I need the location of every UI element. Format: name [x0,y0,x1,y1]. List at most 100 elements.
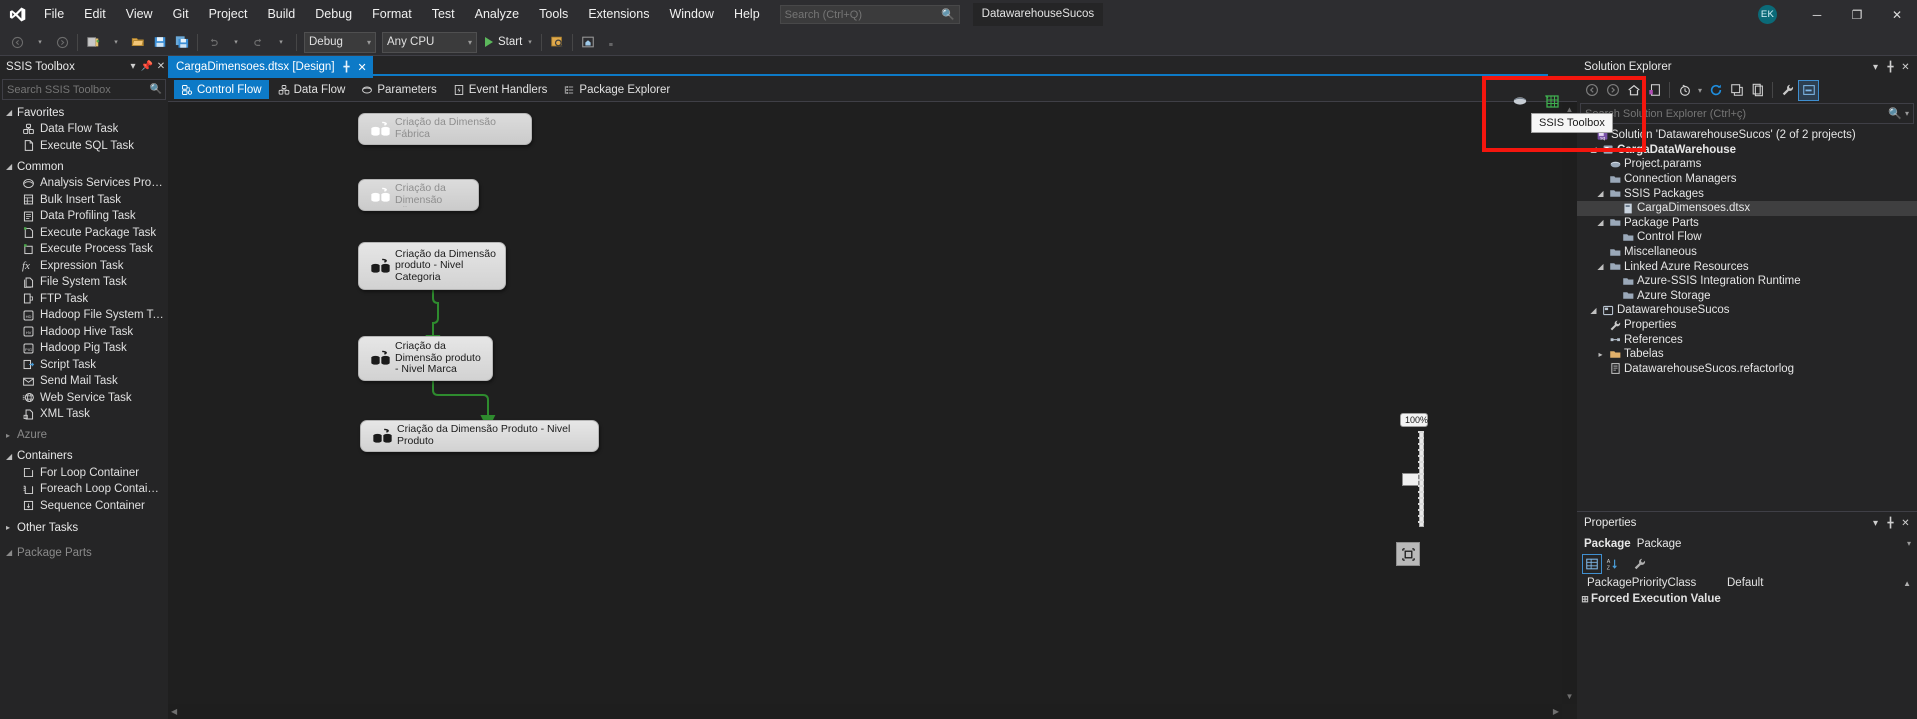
toolbox-item-file-system[interactable]: File System Task [0,274,168,291]
home-icon[interactable] [1623,80,1644,101]
task-criacao-dimensao-produto-nivel-produto[interactable]: Criação da Dimensão Produto - Nivel Prod… [360,420,599,452]
zoom-slider-thumb[interactable] [1402,473,1419,486]
task-criacao-dimensao-cliente[interactable]: Criação da Dimensão Cliente [358,179,479,211]
tree-item-references[interactable]: References [1577,332,1917,347]
chevron-down-icon[interactable]: ▾ [1868,518,1883,529]
toolbox-item-data-profiling[interactable]: Data Profiling Task [0,208,168,225]
close-icon[interactable]: ✕ [154,61,168,72]
expander-collapsed-icon[interactable]: ⊞ [1579,594,1591,605]
tab-data-flow[interactable]: Data Flow [271,80,353,99]
tree-item-project-params[interactable]: Project.params [1577,157,1917,172]
toolbar-overflow-icon[interactable]: ≡ [600,34,622,56]
search-options-chevron-icon[interactable]: ▾ [1905,109,1909,118]
property-value[interactable]: Default [1727,577,1763,589]
toolbox-item-sequence-container[interactable]: Sequence Container [0,498,168,515]
save-icon[interactable] [149,31,171,53]
pin-icon[interactable]: ╋ [1883,518,1898,529]
tree-item-package-parts[interactable]: ◢ Package Parts [1577,216,1917,231]
toolbox-item-hadoop-pig[interactable]: PIG Hadoop Pig Task [0,340,168,357]
toolbox-search-input[interactable] [7,83,161,96]
undo-dropdown-icon[interactable]: ▾ [225,31,247,53]
expander-icon[interactable]: ◢ [1594,189,1607,198]
back-icon[interactable] [1581,80,1602,101]
toolbox-item-send-mail[interactable]: Send Mail Task [0,373,168,390]
tree-item-tabelas[interactable]: ▸ Tabelas [1577,347,1917,362]
solution-explorer-tree[interactable]: sq Solution 'DatawarehouseSucos' (2 of 2… [1577,126,1917,511]
toolbox-item-bulk-insert[interactable]: Bulk Insert Task [0,192,168,209]
pin-icon[interactable]: ╋ [344,62,350,73]
navigate-forward-icon[interactable] [51,31,73,53]
attach-to-process-icon[interactable] [546,31,568,53]
close-icon[interactable]: ✕ [1898,518,1913,529]
tree-item-cargadatawarehouse[interactable]: ◢ CargaDataWarehouse [1577,143,1917,158]
expander-icon[interactable]: ◢ [1594,218,1607,227]
properties-object-selector[interactable]: Package Package ▾ [1577,534,1917,553]
toolbox-item-data-flow-task[interactable]: Data Flow Task [0,121,168,138]
navigate-back-icon[interactable] [6,31,28,53]
toolbox-list[interactable]: ◢ Favorites Data Flow Task Execute SQL T… [0,100,168,719]
menu-view[interactable]: View [116,0,163,29]
save-all-icon[interactable] [171,31,193,53]
tree-item-miscellaneous[interactable]: Miscellaneous [1577,245,1917,260]
menu-window[interactable]: Window [659,0,723,29]
tab-parameters[interactable]: Parameters [354,80,443,99]
zoom-slider-widget[interactable]: 100% [1396,413,1436,533]
tree-item-azure-ssis-integration-runtime[interactable]: Azure-SSIS Integration Runtime [1577,274,1917,289]
tree-item-properties[interactable]: Properties [1577,318,1917,333]
property-row-packagepriorityclass[interactable]: PackagePriorityClass Default ▲ [1577,575,1917,591]
menu-edit[interactable]: Edit [74,0,116,29]
toolbox-item-hadoop-hive[interactable]: HV Hadoop Hive Task [0,324,168,341]
parameters-icon[interactable] [1512,93,1528,114]
open-file-icon[interactable] [127,31,149,53]
scroll-left-icon[interactable]: ◀ [171,707,177,716]
tree-item-linked-azure-resources[interactable]: ◢ Linked Azure Resources [1577,259,1917,274]
restore-button[interactable]: ❐ [1837,0,1877,29]
toolbox-item-for-loop-container[interactable]: For Loop Container [0,465,168,482]
forward-icon[interactable] [1602,80,1623,101]
tree-item-refactorlog[interactable]: DatawarehouseSucos.refactorlog [1577,362,1917,377]
wrench-icon[interactable] [1777,80,1798,101]
toolbox-group-azure[interactable]: ▸ Azure [0,427,168,444]
expander-collapsed-icon[interactable]: ▸ [1594,350,1607,359]
menu-test[interactable]: Test [422,0,465,29]
control-flow-canvas[interactable]: Criação da Dimensão Fábrica Criação da D… [168,102,1577,719]
tree-item-cargadimensoes-dtsx[interactable]: CargaDimensoes.dtsx [1577,200,1917,216]
canvas-horizontal-scrollbar[interactable]: ◀ ▶ [168,704,1562,719]
collapse-all-icon[interactable] [1726,80,1747,101]
toolbox-group-other-tasks[interactable]: ▸ Other Tasks [0,519,168,536]
properties-grid[interactable]: PackagePriorityClass Default ▲ ⊞ Forced … [1577,575,1917,719]
toolbox-item-script[interactable]: Script Task [0,357,168,374]
quick-search-box[interactable]: 🔍 [779,5,960,24]
toolbox-group-containers[interactable]: ◢ Containers [0,448,168,465]
task-criacao-dimensao-fabrica[interactable]: Criação da Dimensão Fábrica [358,113,532,145]
avatar[interactable]: EK [1758,5,1777,24]
new-project-icon[interactable] [82,31,104,53]
tab-control-flow[interactable]: Control Flow [174,80,269,99]
solution-configuration-combo[interactable]: Debug ▾ [304,31,376,53]
toolbox-item-ftp[interactable]: FTP Task [0,291,168,308]
navigate-back-dropdown-icon[interactable]: ▾ [29,31,51,53]
tree-item-connection-managers[interactable]: Connection Managers [1577,172,1917,187]
menu-extensions[interactable]: Extensions [578,0,659,29]
scroll-up-icon[interactable]: ▲ [1903,579,1911,588]
toolbox-item-analysis-services[interactable]: Analysis Services Processin... [0,175,168,192]
property-pages-icon[interactable] [1630,554,1650,574]
expander-icon[interactable]: ◢ [1587,306,1600,315]
scroll-right-icon[interactable]: ▶ [1553,707,1559,716]
toolbox-group-common[interactable]: ◢ Common [0,158,168,175]
menu-git[interactable]: Git [163,0,199,29]
scroll-down-icon[interactable]: ▼ [1562,692,1577,701]
close-icon[interactable]: ✕ [358,61,367,74]
toolbox-item-execute-sql-task[interactable]: Execute SQL Task [0,138,168,155]
tab-event-handlers[interactable]: Event Handlers [446,80,555,99]
solution-explorer-search-box[interactable]: 🔍 ▾ [1580,103,1914,124]
solution-platform-combo[interactable]: Any CPU ▾ [382,31,477,53]
quick-search-input[interactable] [784,8,955,21]
expander-icon[interactable]: ◢ [1587,145,1600,154]
toolbox-group-favorites[interactable]: ◢ Favorites [0,104,168,121]
refresh-icon[interactable] [1705,80,1726,101]
tab-package-explorer[interactable]: Package Explorer [556,80,677,99]
menu-analyze[interactable]: Analyze [465,0,529,29]
new-project-dropdown-icon[interactable]: ▾ [105,31,127,53]
pin-icon[interactable]: ╋ [1883,62,1898,73]
